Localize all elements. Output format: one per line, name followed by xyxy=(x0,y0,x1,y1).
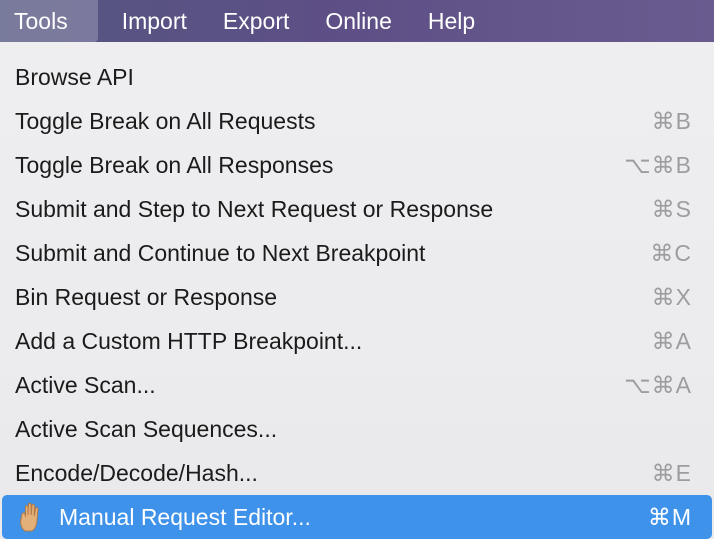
tools-dropdown-menu: Browse API Toggle Break on All Requests … xyxy=(0,42,714,539)
menu-item-encode-decode-hash[interactable]: Encode/Decode/Hash... ⌘E xyxy=(0,451,714,495)
menu-item-bin-request[interactable]: Bin Request or Response ⌘X xyxy=(0,275,714,319)
menu-item-label: Submit and Step to Next Request or Respo… xyxy=(15,196,494,222)
menu-item-toggle-break-requests[interactable]: Toggle Break on All Requests ⌘B xyxy=(0,99,714,143)
menu-item-label: Add a Custom HTTP Breakpoint... xyxy=(15,328,363,354)
menu-item-submit-and-step[interactable]: Submit and Step to Next Request or Respo… xyxy=(0,187,714,231)
menu-item-manual-request-editor[interactable]: Manual Request Editor... ⌘M xyxy=(2,495,712,539)
menu-item-label: Toggle Break on All Requests xyxy=(15,108,316,134)
menu-item-active-scan[interactable]: Active Scan... ⌥⌘A xyxy=(0,363,714,407)
menu-item-shortcut: ⌥⌘B xyxy=(624,152,692,178)
menu-item-label: Manual Request Editor... xyxy=(59,504,311,530)
menu-import[interactable]: Import xyxy=(108,0,201,42)
menu-item-label: Browse API xyxy=(15,64,134,90)
menu-item-label: Submit and Continue to Next Breakpoint xyxy=(15,240,426,266)
menu-tools[interactable]: Tools xyxy=(0,0,98,42)
menu-item-toggle-break-responses[interactable]: Toggle Break on All Responses ⌥⌘B xyxy=(0,143,714,187)
menu-item-shortcut: ⌘S xyxy=(651,196,692,222)
menu-item-label: Encode/Decode/Hash... xyxy=(15,460,258,486)
menu-item-shortcut: ⌘E xyxy=(651,460,692,486)
menu-export[interactable]: Export xyxy=(209,0,303,42)
menu-item-shortcut: ⌘M xyxy=(647,504,692,530)
menu-bar: Tools Import Export Online Help xyxy=(0,0,714,42)
menu-item-submit-and-continue[interactable]: Submit and Continue to Next Breakpoint ⌘… xyxy=(0,231,714,275)
menu-item-shortcut: ⌘A xyxy=(651,328,692,354)
menu-item-active-scan-sequences[interactable]: Active Scan Sequences... xyxy=(0,407,714,451)
menu-item-add-custom-breakpoint[interactable]: Add a Custom HTTP Breakpoint... ⌘A xyxy=(0,319,714,363)
menu-item-label: Active Scan Sequences... xyxy=(15,416,278,442)
menu-item-shortcut: ⌘C xyxy=(650,240,692,266)
menu-online[interactable]: Online xyxy=(311,0,405,42)
menu-help[interactable]: Help xyxy=(414,0,489,42)
menu-item-shortcut: ⌥⌘A xyxy=(624,372,692,398)
menu-item-shortcut: ⌘X xyxy=(651,284,692,310)
menu-item-label: Bin Request or Response xyxy=(15,284,278,310)
menu-item-label: Toggle Break on All Responses xyxy=(15,152,334,178)
hand-icon xyxy=(20,502,39,532)
menu-item-shortcut: ⌘B xyxy=(651,108,692,134)
menu-item-label: Active Scan... xyxy=(15,372,156,398)
menu-item-browse-api[interactable]: Browse API xyxy=(0,55,714,99)
